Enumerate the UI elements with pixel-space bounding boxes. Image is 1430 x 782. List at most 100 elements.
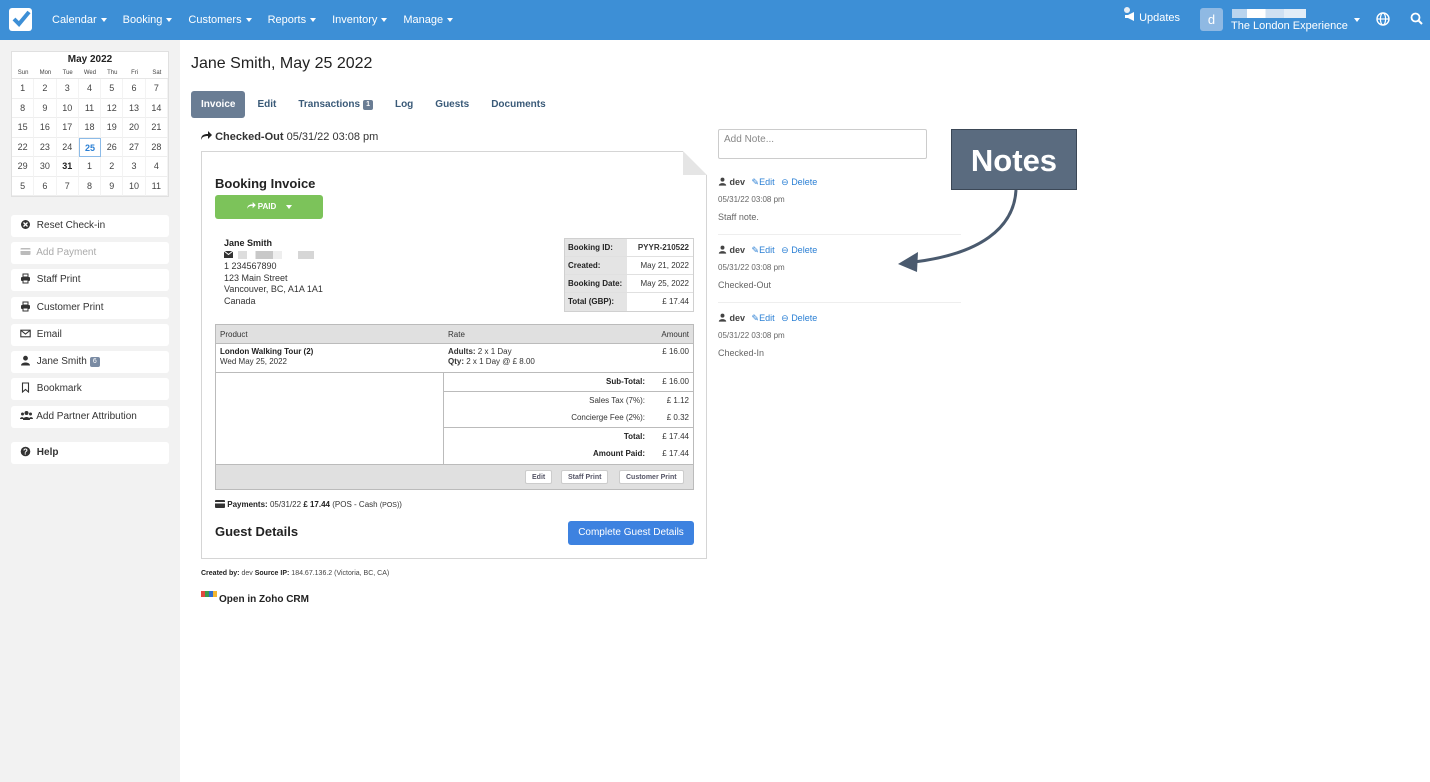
calendar-day[interactable]: 4 — [78, 79, 102, 99]
calendar-day[interactable]: 27 — [123, 137, 146, 157]
user-icon — [718, 245, 727, 255]
calendar-day[interactable]: 3 — [123, 157, 146, 177]
calendar-day[interactable]: 7 — [56, 176, 79, 196]
note-text: Checked-Out — [718, 280, 772, 290]
calendar-day[interactable]: 6 — [34, 176, 57, 196]
add-payment-button[interactable]: Add Payment — [11, 242, 169, 264]
calendar-day[interactable]: 10 — [56, 98, 79, 118]
customer-print-button[interactable]: Customer Print — [11, 297, 169, 319]
nav-inventory[interactable]: Inventory — [324, 0, 395, 40]
customer-address-line1: 123 Main Street — [224, 272, 288, 283]
updates-button[interactable]: Updates — [1124, 7, 1180, 24]
avatar[interactable]: d — [1200, 8, 1223, 31]
calendar-day[interactable]: 13 — [123, 98, 146, 118]
bookmark-icon — [20, 380, 31, 394]
calendar-day[interactable]: 9 — [34, 98, 57, 118]
calendar-day[interactable]: 20 — [123, 118, 146, 138]
calendar-day[interactable]: 3 — [56, 79, 79, 99]
tab-invoice[interactable]: Invoice — [191, 91, 246, 118]
bookmark-button[interactable]: Bookmark — [11, 378, 169, 400]
booking-info-row: Total (GBP): £ 17.44 — [565, 293, 693, 311]
calendar-day[interactable]: 4 — [145, 157, 168, 177]
calendar-day[interactable]: 14 — [145, 98, 168, 118]
calendar-day[interactable]: 10 — [123, 176, 146, 196]
tab-documents[interactable]: Documents — [481, 91, 555, 118]
calendar-day[interactable]: 16 — [34, 118, 57, 138]
calendar-day[interactable]: 8 — [78, 176, 102, 196]
calendar-day[interactable]: 1 — [78, 157, 102, 177]
open-in-zoho-link[interactable]: Open in Zoho CRM — [201, 591, 309, 605]
calendar-day[interactable]: 18 — [78, 118, 102, 138]
calendar-day[interactable]: 22 — [12, 137, 35, 157]
calendar-day[interactable]: 19 — [101, 118, 124, 138]
staff-print-button[interactable]: Staff Print — [11, 269, 169, 291]
invoice-edit-button[interactable]: Edit — [525, 470, 553, 484]
note-edit-link[interactable]: ✎Edit — [752, 177, 775, 187]
note-delete-link[interactable]: ⊖ Delete — [781, 245, 817, 255]
nav-manage[interactable]: Manage — [395, 0, 461, 40]
globe-icon[interactable] — [1376, 12, 1390, 29]
calendar-day[interactable]: 24 — [56, 137, 79, 157]
calendar-day[interactable]: 28 — [145, 137, 168, 157]
fee-row: Concierge Fee (2%): £ 0.32 — [571, 413, 689, 422]
invoice-staff-print-button[interactable]: Staff Print — [561, 470, 609, 484]
nav-booking[interactable]: Booking — [115, 0, 181, 40]
search-icon[interactable] — [1410, 12, 1423, 28]
calendar-day[interactable]: 15 — [12, 118, 35, 138]
complete-guest-details-button[interactable]: Complete Guest Details — [568, 521, 694, 545]
paid-status-button[interactable]: PAID — [215, 195, 323, 219]
calendar-day[interactable]: 23 — [34, 137, 57, 157]
payments-summary: Payments: 05/31/22 £ 17.44 (POS - Cash (… — [215, 500, 402, 509]
add-note-input[interactable] — [718, 129, 927, 159]
calendar-day[interactable]: 11 — [78, 98, 102, 118]
calendar-month-title[interactable]: May 2022 — [12, 52, 168, 68]
tab-edit[interactable]: Edit — [247, 91, 286, 118]
calendar-day[interactable]: 11 — [145, 176, 168, 196]
chevron-down-icon[interactable] — [1354, 18, 1360, 22]
tax-row: Sales Tax (7%): £ 1.12 — [444, 391, 693, 409]
calendar-day[interactable]: 26 — [101, 137, 124, 157]
note-edit-link[interactable]: ✎Edit — [752, 313, 775, 323]
calendar-day[interactable]: 17 — [56, 118, 79, 138]
tab-log[interactable]: Log — [385, 91, 423, 118]
nav-reports[interactable]: Reports — [260, 0, 325, 40]
app-logo-icon[interactable] — [9, 8, 32, 31]
calendar-day[interactable]: 6 — [123, 79, 146, 99]
reset-checkin-button[interactable]: Reset Check-in — [11, 215, 169, 237]
nav-calendar[interactable]: Calendar — [44, 0, 115, 40]
invoice-customer-print-button[interactable]: Customer Print — [619, 470, 684, 484]
calendar-day[interactable]: 2 — [101, 157, 124, 177]
calendar-day[interactable]: 29 — [12, 157, 35, 177]
tab-guests[interactable]: Guests — [425, 91, 479, 118]
calendar-day[interactable]: 5 — [12, 176, 35, 196]
note-author: dev — [729, 245, 746, 255]
checkout-status: Checked-Out 05/31/22 03:08 pm — [201, 131, 378, 143]
email-button[interactable]: Email — [11, 324, 169, 346]
share-arrow-icon — [201, 131, 212, 143]
customer-profile-button[interactable]: Jane Smith 6 — [11, 351, 169, 373]
nav-customers[interactable]: Customers — [180, 0, 259, 40]
note-edit-link[interactable]: ✎Edit — [752, 245, 775, 255]
help-button[interactable]: ? Help — [11, 442, 169, 464]
calendar-day[interactable]: 31 — [56, 157, 79, 177]
calendar-day[interactable]: 7 — [145, 79, 168, 99]
calendar-day[interactable]: 2 — [34, 79, 57, 99]
pencil-icon: ✎ — [751, 245, 760, 255]
main-menu: Calendar Booking Customers Reports Inven… — [44, 0, 461, 40]
calendar-dow-label: Mon — [34, 68, 57, 79]
calendar-day[interactable]: 9 — [101, 176, 124, 196]
calendar-day[interactable]: 25 — [78, 137, 102, 157]
divider — [718, 302, 961, 303]
calendar-day[interactable]: 5 — [101, 79, 124, 99]
calendar-day[interactable]: 1 — [12, 79, 35, 99]
calendar-day[interactable]: 12 — [101, 98, 124, 118]
calendar-day[interactable]: 21 — [145, 118, 168, 138]
calendar-day[interactable]: 30 — [34, 157, 57, 177]
tab-transactions[interactable]: Transactions 1 — [288, 91, 383, 118]
company-name[interactable]: The London Experience — [1231, 20, 1348, 32]
calendar-day[interactable]: 8 — [12, 98, 35, 118]
line-amount: £ 16.00 — [662, 347, 689, 356]
note-delete-link[interactable]: ⊖ Delete — [781, 313, 817, 323]
add-partner-attribution-button[interactable]: Add Partner Attribution — [11, 406, 169, 428]
note-delete-link[interactable]: ⊖ Delete — [781, 177, 817, 187]
